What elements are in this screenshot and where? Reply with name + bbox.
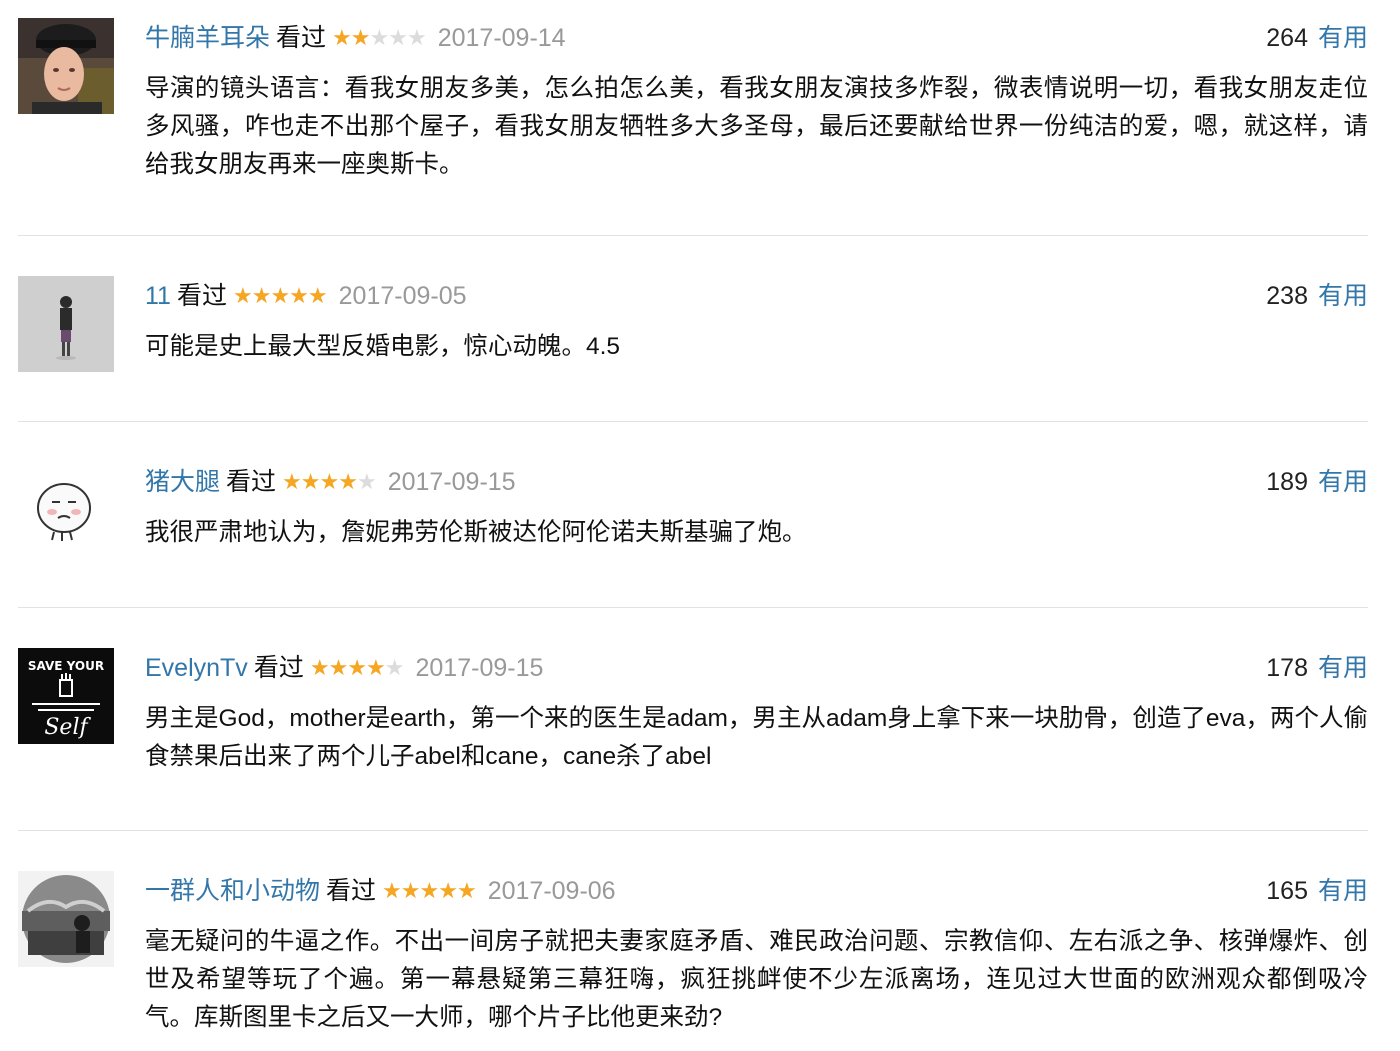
comment-text: 我很严肃地认为，詹妮弗劳伦斯被达伦阿伦诺夫斯基骗了炮。 [145,519,807,546]
useful-button[interactable]: 有用 [1318,654,1368,682]
star-empty-icon: ★ [406,25,427,50]
comment-date: 2017-09-15 [387,468,516,496]
watch-status: 看过 [253,654,304,682]
useful-button[interactable]: 有用 [1318,24,1368,52]
comment-text: 男主是God，mother是earth，第一个来的医生是adam，男主从adam… [145,705,1368,770]
useful-button[interactable]: 有用 [1318,877,1368,905]
rating-stars: ★★★★★ [309,648,405,688]
star-icon: ★ [307,283,328,308]
comment-date: 2017-09-06 [487,877,616,905]
star-icon: ★ [419,878,440,903]
star-empty-icon: ★ [388,25,408,50]
star-icon: ★ [300,469,321,494]
comment-text: 可能是史上最大型反婚电影，惊心动魄。4.5 [145,333,621,360]
star-icon: ★ [251,283,272,308]
votes-area: 178 有用 [1266,648,1368,688]
comment-body: 猪大腿 看过 ★★★★★ 2017-09-15 189 有用 我很严肃地认为，詹妮弗劳伦… [145,422,1368,552]
avatar[interactable] [18,18,114,114]
comment-body: EvelynTv 看过 ★★★★★ 2017-09-15 178 有用 男主是God，m… [145,608,1368,776]
vote-count: 189 [1266,468,1308,496]
star-icon: ★ [400,878,421,903]
comment-date: 2017-09-05 [338,282,467,310]
star-icon: ★ [309,655,330,680]
avatar-image [18,276,114,372]
star-icon: ★ [332,25,352,50]
star-icon: ★ [347,655,367,680]
avatar-image: SAVE YOUR Self [18,648,114,744]
star-empty-icon: ★ [384,655,405,680]
avatar[interactable] [18,462,114,558]
star-icon: ★ [382,878,402,903]
star-icon: ★ [232,283,253,308]
comment-info: 猪大腿 看过 ★★★★★ 2017-09-15 189 有用 [145,462,1368,502]
votes-area: 189 有用 [1266,462,1368,502]
username-link[interactable]: EvelynTv [145,654,248,682]
star-icon: ★ [319,469,340,494]
avatar[interactable] [18,276,114,372]
comment-item: 11 看过 ★★★★★ 2017-09-05 238 有用 可能是史上最大型反婚电影，惊… [18,236,1368,422]
vote-count: 238 [1266,282,1308,310]
comment-item: 猪大腿 看过 ★★★★★ 2017-09-15 189 有用 我很严肃地认为，詹妮弗劳伦… [18,422,1368,608]
username-link[interactable]: 猪大腿 [145,468,220,496]
star-icon: ★ [270,283,290,308]
avatar[interactable] [18,871,114,967]
star-icon: ★ [350,25,371,50]
comment-info: EvelynTv 看过 ★★★★★ 2017-09-15 178 有用 [145,648,1368,688]
rating-stars: ★★★★★ [232,276,328,316]
votes-area: 264 有用 [1266,18,1368,58]
star-icon: ★ [338,469,358,494]
comment-info: 牛腩羊耳朵 看过 ★★★★★ 2017-09-14 264 有用 [145,18,1368,58]
star-icon: ★ [289,283,309,308]
avatar-caption-bottom: Self [44,715,91,740]
username-link[interactable]: 11 [145,282,171,310]
comment-body: 11 看过 ★★★★★ 2017-09-05 238 有用 可能是史上最大型反婚电影，惊… [145,236,1368,366]
comment-date: 2017-09-14 [437,24,566,52]
votes-area: 165 有用 [1266,871,1368,911]
comment-text: 导演的镜头语言：看我女朋友多美，怎么拍怎么美，看我女朋友演技多炸裂，微表情说明一… [145,75,1368,178]
rating-stars: ★★★★★ [382,871,477,911]
star-icon: ★ [366,655,386,680]
username-link[interactable]: 牛腩羊耳朵 [145,24,270,52]
rating-stars: ★★★★★ [282,462,377,502]
watch-status: 看过 [326,877,377,905]
comment-date: 2017-09-15 [415,654,544,682]
comment-item: 牛腩羊耳朵 看过 ★★★★★ 2017-09-14 264 有用 导演的镜头语言：看我女… [18,0,1368,236]
star-icon: ★ [328,655,349,680]
useful-button[interactable]: 有用 [1318,282,1368,310]
watch-status: 看过 [226,468,277,496]
watch-status: 看过 [176,282,227,310]
useful-button[interactable]: 有用 [1318,468,1368,496]
avatar-image [18,18,114,114]
comment-body: 牛腩羊耳朵 看过 ★★★★★ 2017-09-14 264 有用 导演的镜头语言：看我女… [145,0,1368,184]
username-link[interactable]: 一群人和小动物 [145,877,320,905]
avatar-image [18,462,114,558]
vote-count: 178 [1266,654,1308,682]
watch-status: 看过 [276,24,327,52]
comment-body: 一群人和小动物 看过 ★★★★★ 2017-09-06 165 有用 毫无疑问的牛逼之作… [145,831,1368,1037]
star-empty-icon: ★ [356,469,377,494]
star-icon: ★ [456,878,477,903]
comment-text: 毫无疑问的牛逼之作。不出一间房子就把夫妻家庭矛盾、难民政治问题、宗教信仰、左右派… [145,928,1368,1031]
avatar-caption-top: SAVE YOUR [28,659,104,673]
star-icon: ★ [282,469,302,494]
comment-list: 牛腩羊耳朵 看过 ★★★★★ 2017-09-14 264 有用 导演的镜头语言：看我女… [18,0,1368,1051]
comment-item: 一群人和小动物 看过 ★★★★★ 2017-09-06 165 有用 毫无疑问的牛逼之作… [18,831,1368,1051]
comment-info: 一群人和小动物 看过 ★★★★★ 2017-09-06 165 有用 [145,871,1368,911]
comment-info: 11 看过 ★★★★★ 2017-09-05 238 有用 [145,276,1368,316]
avatar[interactable]: SAVE YOUR Self [18,648,114,744]
star-icon: ★ [438,878,458,903]
votes-area: 238 有用 [1266,276,1368,316]
avatar-image [18,871,114,967]
comment-item: SAVE YOUR Self EvelynTv 看过 ★★★★★ 2017-09-15… [18,608,1368,831]
vote-count: 165 [1266,877,1308,905]
rating-stars: ★★★★★ [332,18,427,58]
star-empty-icon: ★ [369,25,390,50]
vote-count: 264 [1266,24,1308,52]
